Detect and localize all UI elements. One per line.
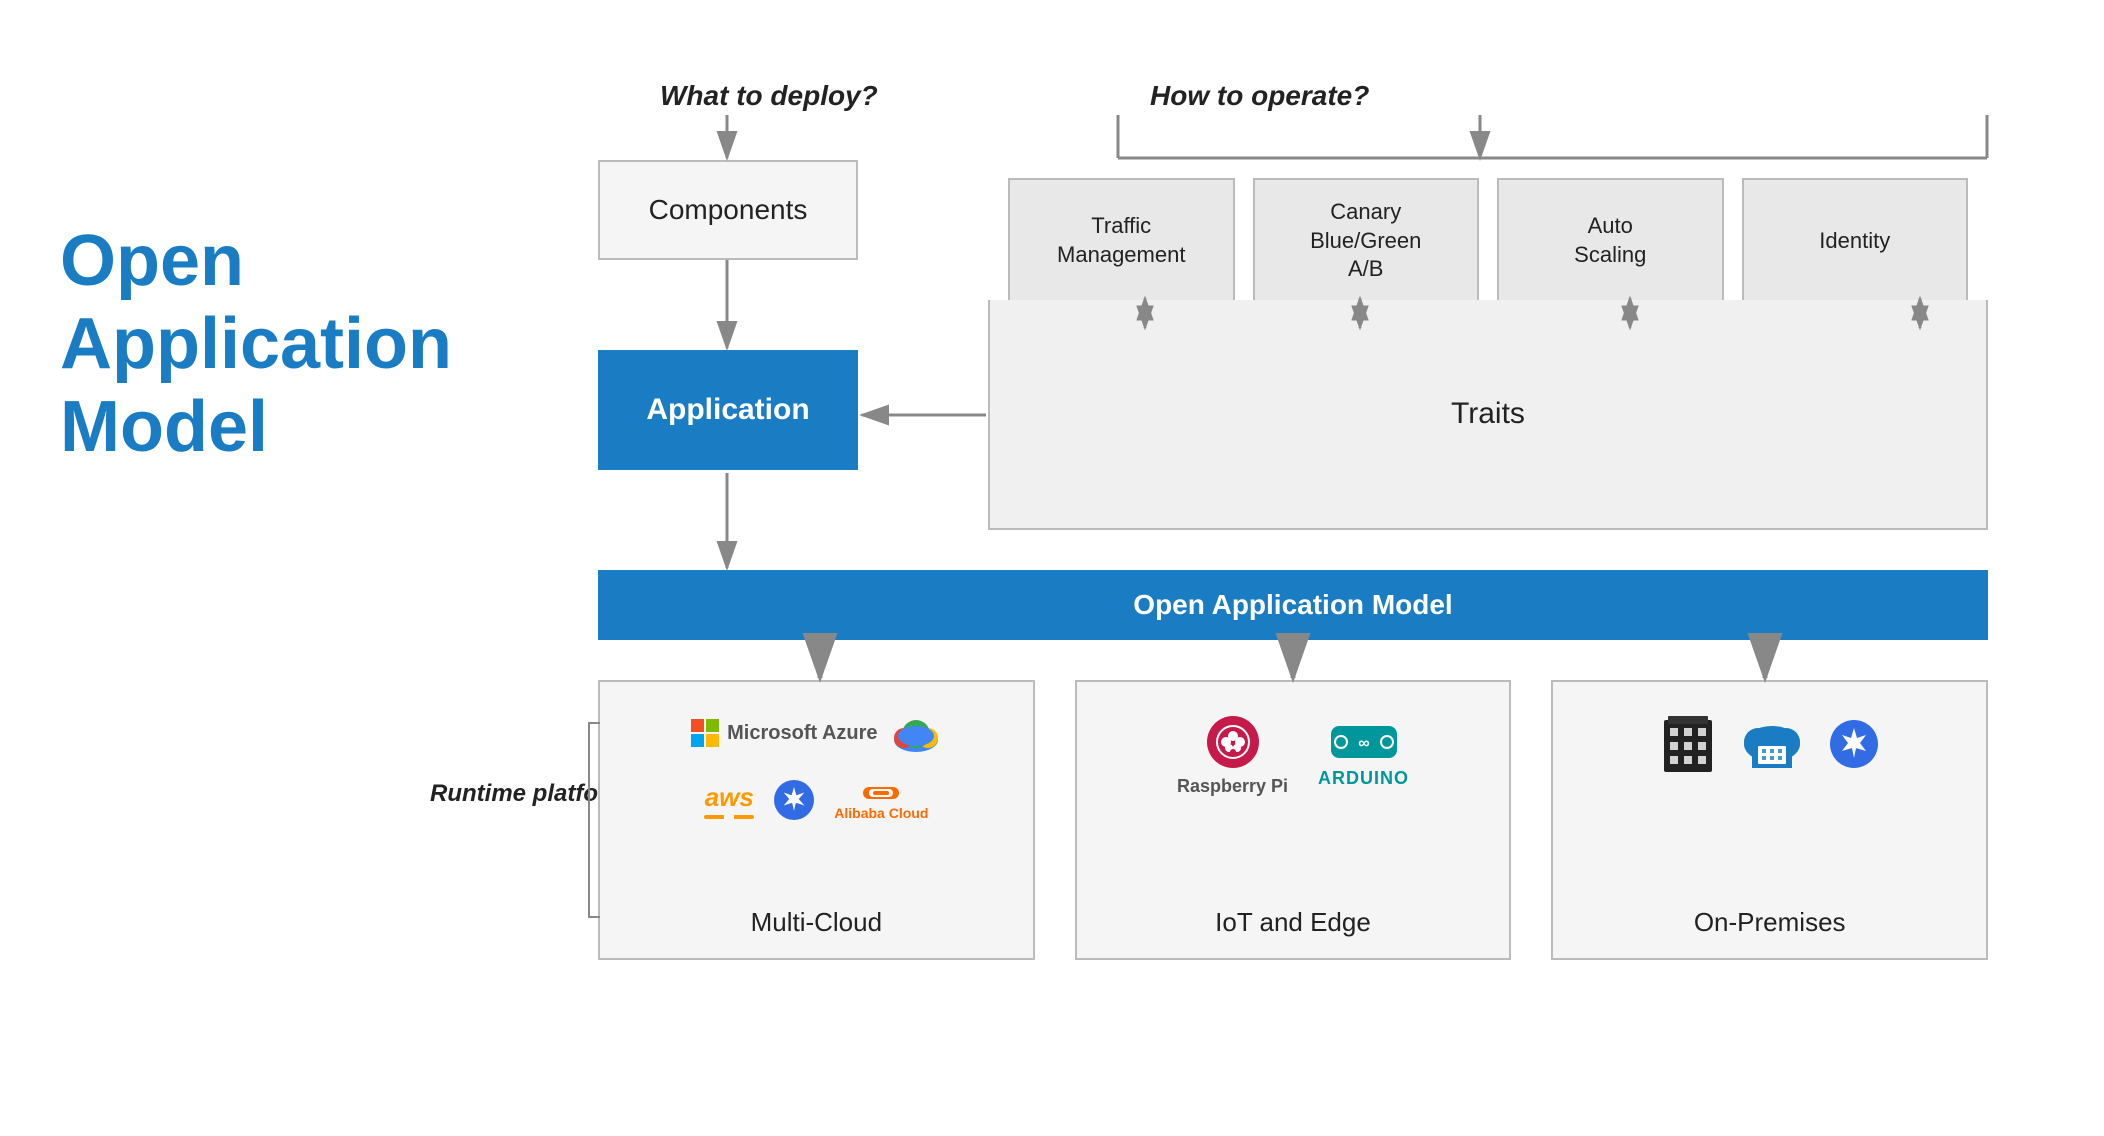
kubernetes-onprem-icon <box>1828 718 1880 770</box>
platform-onprem-label: On-Premises <box>1694 887 1846 938</box>
raspberry-pi-icon: Raspberry Pi <box>1177 712 1288 797</box>
trait-boxes-row: TrafficManagement CanaryBlue/GreenA/B Au… <box>988 160 1988 304</box>
label-what-to-deploy: What to deploy? <box>660 80 878 112</box>
platform-iot: Raspberry Pi ∞ ARDUINO IoT and Edge <box>1075 680 1512 960</box>
arduino-icon: ∞ ARDUINO <box>1318 720 1409 789</box>
main-title: Open Application Model <box>60 220 380 468</box>
cloud-building-icon <box>1740 714 1804 774</box>
platform-iot-label: IoT and Edge <box>1215 887 1371 938</box>
iot-icons: Raspberry Pi ∞ ARDUINO <box>1177 712 1409 797</box>
box-components: Components <box>598 160 858 260</box>
platform-multicloud: Microsoft Azure aws <box>598 680 1035 960</box>
building-icon <box>1660 712 1716 776</box>
diagram: What to deploy? How to operate? Componen… <box>430 60 2050 1080</box>
aws-icon: aws <box>704 782 754 819</box>
trait-box-traffic: TrafficManagement <box>1008 178 1235 304</box>
ms-squares <box>691 719 719 747</box>
kubernetes-icon <box>772 778 816 822</box>
platform-multicloud-label: Multi-Cloud <box>751 887 883 938</box>
trait-box-identity: Identity <box>1742 178 1969 304</box>
platform-boxes: Microsoft Azure aws <box>598 680 1988 960</box>
onprem-icons <box>1660 712 1880 776</box>
box-traits: Traits <box>988 300 1988 530</box>
microsoft-azure-icon: Microsoft Azure <box>691 719 877 747</box>
box-application: Application <box>598 350 858 470</box>
alibaba-cloud-icon: Alibaba Cloud <box>834 779 928 821</box>
box-oam: Open Application Model <box>598 570 1988 640</box>
trait-box-canary: CanaryBlue/GreenA/B <box>1253 178 1480 304</box>
multicloud-icons: Microsoft Azure aws <box>620 712 1013 822</box>
platform-onprem: On-Premises <box>1551 680 1988 960</box>
gcp-icon <box>890 712 942 754</box>
label-how-to-operate: How to operate? <box>1150 80 1369 112</box>
svg-text:∞: ∞ <box>1358 735 1369 752</box>
trait-box-autoscaling: AutoScaling <box>1497 178 1724 304</box>
bracket-left <box>588 722 600 918</box>
